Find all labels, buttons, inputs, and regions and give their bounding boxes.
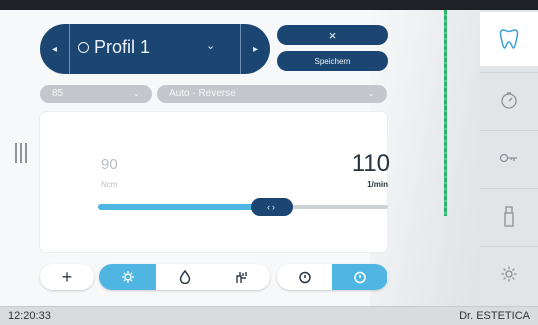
chevron-right-icon: ▸ xyxy=(252,43,259,55)
gear-icon xyxy=(501,266,517,281)
close-button[interactable]: × xyxy=(277,25,388,45)
sidebar-item-gauge[interactable] xyxy=(480,72,538,126)
gauge-icon xyxy=(501,91,517,109)
top-bar xyxy=(0,0,538,10)
timer-icon xyxy=(298,271,311,284)
profile-circle-icon xyxy=(78,42,89,53)
sidebar-item-settings[interactable] xyxy=(480,246,538,300)
light-toggle[interactable] xyxy=(99,264,156,290)
chevron-left-icon: ◂ xyxy=(51,43,58,55)
timer-toggle-off[interactable] xyxy=(277,264,332,290)
chevron-right-icon: › xyxy=(272,202,277,212)
value-select[interactable]: 85 ⌄ xyxy=(40,85,152,103)
user-name: Dr. ESTETICA xyxy=(459,310,530,322)
next-profile-button[interactable]: ▸ xyxy=(240,24,270,74)
timer-icon xyxy=(353,271,366,284)
timer-toolbar xyxy=(277,264,388,290)
current-unit: 1/min xyxy=(367,180,388,189)
speed-slider-track[interactable] xyxy=(98,204,388,210)
right-sidebar xyxy=(480,10,538,306)
speed-slider-thumb[interactable]: ‹ › xyxy=(251,198,293,216)
add-button[interactable]: + xyxy=(40,264,94,290)
function-toolbar xyxy=(99,264,270,290)
min-unit: Ncm xyxy=(101,180,118,189)
status-indicator-line xyxy=(444,10,447,216)
profile-name: Profil 1 xyxy=(94,37,151,57)
sidebar-item-tooth[interactable] xyxy=(480,12,538,66)
drag-handle-icon[interactable] xyxy=(15,143,29,163)
previous-profile-button[interactable]: ◂ xyxy=(40,24,70,74)
tooth-icon xyxy=(499,29,519,49)
timer-toggle-on[interactable] xyxy=(332,264,387,290)
spray-icon xyxy=(235,272,247,283)
chevron-down-icon[interactable]: ⌄ xyxy=(206,39,215,52)
min-value: 90 xyxy=(101,156,118,173)
profile-selector: ◂ Profil 1 ⌄ ▸ xyxy=(40,24,270,74)
instrument-icon xyxy=(504,205,514,227)
mode-select[interactable]: Auto - Reverse ⌄ xyxy=(157,85,387,103)
speed-slider-fill xyxy=(98,204,272,210)
device-screen: ◂ Profil 1 ⌄ ▸ × Speichern 85 ⌄ Auto - R… xyxy=(0,0,538,325)
chevron-down-icon: ⌄ xyxy=(367,88,375,98)
profile-dropdown[interactable]: Profil 1 xyxy=(78,37,150,58)
water-toggle[interactable] xyxy=(156,264,213,290)
sidebar-item-instrument[interactable] xyxy=(480,188,538,242)
status-bar: 12:20:33 Dr. ESTETICA xyxy=(0,306,538,325)
mode-select-text: Auto - Reverse xyxy=(169,88,236,99)
sidebar-item-key[interactable] xyxy=(480,130,538,184)
current-value: 110 xyxy=(351,150,390,177)
save-button[interactable]: Speichern xyxy=(277,51,388,71)
spray-toggle[interactable] xyxy=(213,264,270,290)
light-icon xyxy=(121,271,134,283)
value-select-text: 85 xyxy=(52,88,64,99)
clock: 12:20:33 xyxy=(8,310,51,322)
water-drop-icon xyxy=(179,270,190,284)
control-panel xyxy=(40,112,387,252)
add-toolbar: + xyxy=(40,264,94,290)
chevron-down-icon: ⌄ xyxy=(132,88,140,98)
key-icon xyxy=(499,153,517,162)
